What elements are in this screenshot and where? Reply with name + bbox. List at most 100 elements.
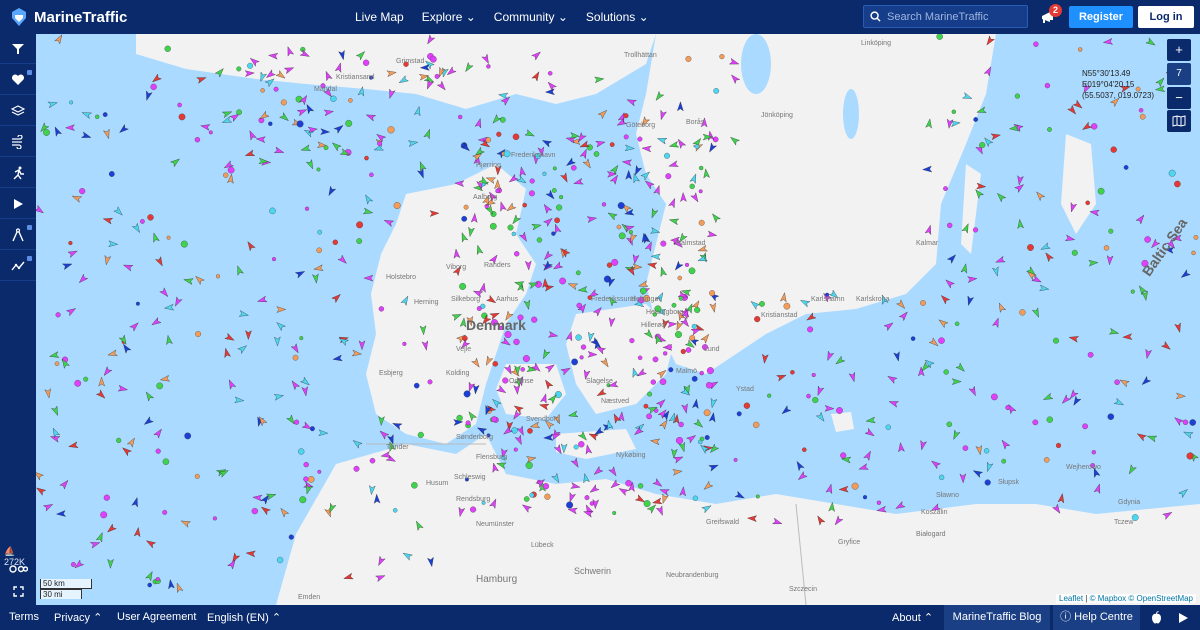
vessel-marker[interactable] — [77, 273, 89, 285]
anchored-vessel-marker[interactable] — [1071, 249, 1078, 256]
anchored-vessel-marker[interactable] — [678, 296, 684, 301]
anchored-vessel-marker[interactable] — [612, 511, 617, 515]
anchored-vessel-marker[interactable] — [1174, 180, 1181, 188]
anchored-vessel-marker[interactable] — [411, 482, 418, 489]
vessel-marker[interactable] — [1118, 377, 1130, 388]
nav-solutions[interactable]: Solutions ⌄ — [586, 10, 649, 24]
anchored-vessel-marker[interactable] — [502, 377, 509, 384]
vessel-marker[interactable] — [1067, 104, 1078, 116]
vessel-marker[interactable] — [531, 222, 542, 231]
vessel-marker[interactable] — [278, 506, 290, 518]
vessel-marker[interactable] — [673, 454, 685, 464]
anchored-vessel-marker[interactable] — [470, 506, 477, 513]
vessel-marker[interactable] — [378, 416, 385, 426]
vessel-marker[interactable] — [649, 438, 661, 446]
anchored-vessel-marker[interactable] — [1108, 228, 1114, 234]
search-input[interactable] — [887, 10, 1017, 23]
vessel-marker[interactable] — [71, 193, 83, 203]
anchored-vessel-marker[interactable] — [260, 88, 265, 93]
vessel-marker[interactable] — [290, 343, 301, 355]
vessel-marker[interactable] — [301, 386, 309, 397]
anchored-vessel-marker[interactable] — [55, 312, 61, 318]
vessel-marker[interactable] — [848, 371, 857, 383]
anchored-vessel-marker[interactable] — [685, 347, 692, 353]
anchored-vessel-marker[interactable] — [920, 300, 926, 306]
vessel-marker[interactable] — [597, 108, 609, 120]
vessel-marker[interactable] — [1108, 327, 1120, 336]
anchored-vessel-marker[interactable] — [542, 171, 547, 176]
anchored-vessel-marker[interactable] — [1055, 442, 1062, 449]
vessel-marker[interactable] — [500, 337, 512, 348]
anchored-vessel-marker[interactable] — [417, 431, 424, 438]
vessel-marker[interactable] — [107, 558, 114, 569]
anchored-vessel-marker[interactable] — [571, 165, 577, 171]
vessel-marker[interactable] — [1043, 251, 1054, 263]
anchored-vessel-marker[interactable] — [1186, 452, 1194, 460]
vessel-marker[interactable] — [36, 470, 44, 481]
vessel-marker[interactable] — [815, 385, 825, 397]
vessel-marker[interactable] — [1081, 121, 1093, 132]
anchored-vessel-marker[interactable] — [511, 231, 516, 237]
anchored-vessel-marker[interactable] — [628, 230, 633, 235]
vessel-marker[interactable] — [227, 173, 234, 184]
vessel-marker[interactable] — [237, 343, 249, 354]
anchored-vessel-marker[interactable] — [559, 277, 566, 285]
zoom-out-button[interactable]: − — [1167, 87, 1191, 109]
anchored-vessel-marker[interactable] — [611, 258, 619, 266]
vessel-marker[interactable] — [296, 107, 308, 117]
anchored-vessel-marker[interactable] — [316, 167, 321, 172]
anchored-vessel-marker[interactable] — [54, 361, 60, 366]
mapbox-link[interactable]: © Mapbox — [1090, 594, 1127, 603]
vessel-marker[interactable] — [383, 217, 395, 227]
anchored-vessel-marker[interactable] — [156, 382, 164, 390]
vessel-marker[interactable] — [230, 552, 241, 564]
vessel-marker[interactable] — [939, 293, 951, 305]
anchored-vessel-marker[interactable] — [362, 59, 370, 66]
vessel-marker[interactable] — [103, 128, 111, 140]
anchored-vessel-marker[interactable] — [698, 439, 703, 445]
vessel-marker[interactable] — [888, 399, 899, 408]
vessel-marker[interactable] — [145, 538, 157, 549]
vessel-marker[interactable] — [858, 463, 869, 472]
vessel-marker[interactable] — [81, 131, 92, 140]
vessel-marker[interactable] — [672, 468, 683, 476]
vessel-marker[interactable] — [567, 281, 579, 290]
vessel-marker[interactable] — [1174, 322, 1183, 333]
vessel-marker[interactable] — [541, 348, 551, 360]
nav-live-map[interactable]: Live Map — [355, 10, 404, 24]
anchored-vessel-marker[interactable] — [984, 479, 991, 486]
anchored-vessel-marker[interactable] — [461, 215, 468, 222]
vessel-marker[interactable] — [621, 159, 633, 167]
vessel-marker[interactable] — [351, 438, 363, 449]
anchored-vessel-marker[interactable] — [1001, 458, 1007, 464]
vessel-marker[interactable] — [671, 448, 678, 459]
anchored-vessel-marker[interactable] — [807, 326, 814, 333]
anchored-vessel-marker[interactable] — [753, 421, 760, 429]
anchored-vessel-marker[interactable] — [671, 302, 677, 308]
anchored-vessel-marker[interactable] — [946, 421, 953, 428]
anchored-vessel-marker[interactable] — [699, 165, 704, 171]
vessel-marker[interactable] — [244, 149, 256, 158]
vessel-marker[interactable] — [227, 558, 238, 570]
anchored-vessel-marker[interactable] — [698, 219, 705, 226]
vessel-marker[interactable] — [50, 427, 61, 438]
anchored-vessel-marker[interactable] — [1033, 41, 1039, 47]
anchored-vessel-marker[interactable] — [625, 479, 632, 487]
anchored-vessel-marker[interactable] — [576, 302, 583, 309]
anchored-vessel-marker[interactable] — [713, 88, 720, 94]
anchored-vessel-marker[interactable] — [580, 344, 587, 350]
vessel-marker[interactable] — [655, 397, 667, 409]
vessel-marker[interactable] — [312, 273, 319, 284]
anchored-vessel-marker[interactable] — [1110, 146, 1117, 153]
anchored-vessel-marker[interactable] — [527, 428, 533, 434]
anchored-vessel-marker[interactable] — [885, 424, 891, 430]
vessel-marker[interactable] — [1060, 394, 1072, 406]
vessel-marker[interactable] — [644, 241, 654, 252]
vessel-marker[interactable] — [65, 306, 77, 317]
vessel-marker[interactable] — [632, 254, 640, 265]
vessel-marker[interactable] — [995, 191, 1007, 203]
privacy-menu[interactable]: Privacy ⌃ — [54, 611, 102, 624]
vessel-marker[interactable] — [995, 255, 1006, 265]
anchored-vessel-marker[interactable] — [947, 222, 953, 229]
anchored-vessel-marker[interactable] — [503, 150, 511, 158]
